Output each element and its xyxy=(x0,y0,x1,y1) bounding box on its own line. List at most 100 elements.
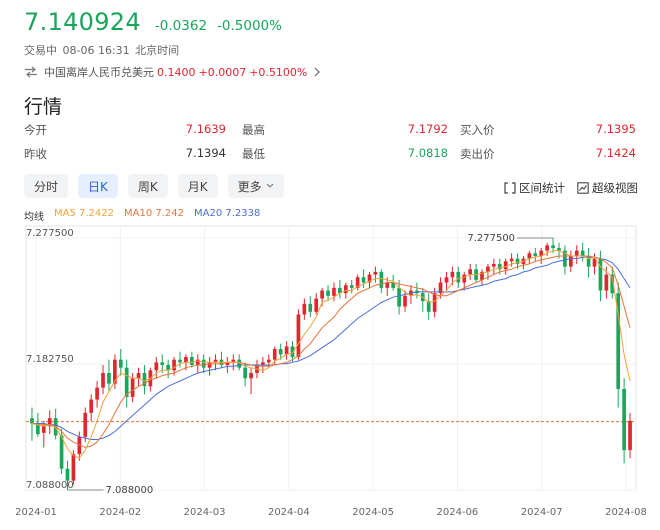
candle-body xyxy=(326,290,330,296)
stats-row: 昨收 7.1394 最低 7.0818 卖出价 7.1424 xyxy=(24,146,638,170)
kline-chart[interactable]: 2024-01 2024-02 2024-03 2024-04 2024-05 2024-… xyxy=(0,224,660,530)
ma-legend: 均线 MA5 7.2422 MA10 7.242 MA20 7.2338 xyxy=(24,208,260,223)
candle-body xyxy=(124,367,129,397)
candle-body xyxy=(568,255,573,267)
candle-body xyxy=(373,271,378,275)
candle-body xyxy=(492,263,496,267)
candle-body xyxy=(509,258,514,262)
ma20-value: MA20 7.2338 xyxy=(194,208,261,219)
candle-body xyxy=(432,293,437,312)
ma-label: 均线 xyxy=(24,212,44,223)
tab-weekly-k[interactable]: 周K xyxy=(127,174,168,198)
candle-body xyxy=(107,372,111,384)
candle-body xyxy=(397,287,401,307)
candle-body xyxy=(308,303,313,312)
stats-table: 今开 7.1639 最高 7.1792 买入价 7.1395 昨收 7.1394… xyxy=(24,122,638,170)
stat-value-open: 7.1639 xyxy=(185,122,226,136)
candle-body xyxy=(195,359,200,365)
candle-body xyxy=(154,362,159,371)
stat-label-low: 最低 xyxy=(242,147,265,161)
candle-body xyxy=(622,388,626,451)
x-tick-label: 2024-06 xyxy=(437,507,479,518)
candle-body xyxy=(604,274,609,291)
candle-body xyxy=(574,250,579,256)
super-view-button[interactable]: 超级视图 xyxy=(577,180,638,196)
candle-body xyxy=(278,349,283,355)
stat-value-high: 7.1792 xyxy=(407,122,448,136)
tab-monthly-k[interactable]: 月K xyxy=(177,174,218,198)
chart-tools: 区间统计 超级视图 xyxy=(492,180,638,196)
candle-body xyxy=(314,298,319,312)
y-tick-label: 7.277500 xyxy=(26,228,74,239)
candle-body xyxy=(468,269,472,275)
candle-body xyxy=(349,285,354,288)
status-datetime: 08-06 16:31 xyxy=(62,44,130,57)
candle-body xyxy=(361,277,366,283)
stat-label-ask: 卖出价 xyxy=(460,147,495,161)
candle-body xyxy=(379,271,384,288)
candle-body xyxy=(332,287,336,296)
candle-body xyxy=(628,420,632,451)
candle-body xyxy=(65,468,70,481)
tab-intraday[interactable]: 分时 xyxy=(24,174,69,198)
candle-body xyxy=(272,349,277,360)
candle-body xyxy=(551,245,555,248)
stat-value-ask: 7.1424 xyxy=(595,146,636,160)
ma20-line xyxy=(32,256,631,440)
x-tick-label: 2024-03 xyxy=(184,507,226,518)
candle-body xyxy=(41,426,46,433)
tab-more-label: 更多 xyxy=(237,179,262,194)
candle-body xyxy=(580,250,585,256)
candle-body xyxy=(343,285,348,294)
related-change-percent: +0.5100% xyxy=(249,65,308,79)
stat-value-bid: 7.1395 xyxy=(595,122,636,136)
ma5-line xyxy=(31,250,631,459)
candle-body xyxy=(598,258,603,291)
bracket-icon xyxy=(504,182,516,194)
candle-body xyxy=(243,367,247,379)
x-tick-label: 2024-08 xyxy=(605,507,647,518)
candle-body xyxy=(456,271,461,283)
stat-value-low: 7.0818 xyxy=(407,146,448,160)
candle-body xyxy=(302,303,307,315)
stat-label-bid: 买入价 xyxy=(460,123,495,137)
ma5-value: MA5 7.2422 xyxy=(54,208,114,219)
candle-body xyxy=(118,359,123,368)
candle-body xyxy=(444,277,449,283)
x-tick-label: 2024-05 xyxy=(352,507,394,518)
x-tick-label: 2024-02 xyxy=(99,507,141,518)
stat-label-open: 今开 xyxy=(24,123,47,137)
candle-body xyxy=(95,387,99,400)
period-tabs: 分时 日K 周K 月K 更多 xyxy=(24,174,294,198)
range-stats-button[interactable]: 区间统计 xyxy=(504,180,565,196)
tab-more[interactable]: 更多 xyxy=(227,174,284,198)
candle-body xyxy=(136,372,141,379)
related-price: 0.1400 xyxy=(157,65,196,79)
candle-body xyxy=(160,362,165,365)
price-change-percent: -0.5000% xyxy=(217,18,282,34)
candle-body xyxy=(30,418,34,424)
ma10-value: MA10 7.242 xyxy=(124,208,184,219)
related-quote-link[interactable]: 中国离岸人民币兑美元 0.1400 +0.0007 +0.5100% xyxy=(24,64,321,80)
candle-body xyxy=(184,357,188,363)
x-tick-label: 2024-01 xyxy=(15,507,57,518)
candle-body xyxy=(320,290,324,299)
status-timezone: 北京时间 xyxy=(135,44,180,57)
ma10-line xyxy=(31,255,631,448)
candle-body xyxy=(130,378,135,397)
x-tick-label: 2024-07 xyxy=(521,507,563,518)
trade-status: 交易中 08-06 16:31 北京时间 xyxy=(24,42,181,58)
candle-body xyxy=(284,346,289,355)
candle-body xyxy=(101,372,105,388)
candle-body xyxy=(249,372,253,379)
related-change: +0.0007 xyxy=(198,65,247,79)
related-name: 中国离岸人民币兑美元 xyxy=(44,66,154,79)
candle-body xyxy=(545,245,549,251)
tab-daily-k[interactable]: 日K xyxy=(78,174,118,198)
candle-body xyxy=(462,274,467,283)
stat-label-high: 最高 xyxy=(242,123,265,137)
candle-body xyxy=(190,357,194,365)
max-annotation: 7.277500 xyxy=(467,233,515,244)
candle-body xyxy=(89,399,94,413)
y-tick-label: 7.182750 xyxy=(26,354,74,365)
